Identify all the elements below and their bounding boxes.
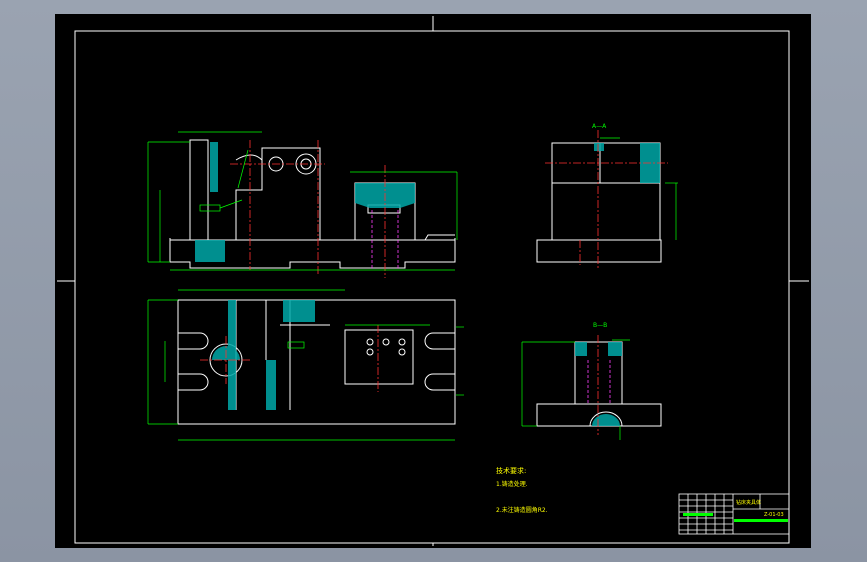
- notes-title: 技术要求:: [496, 466, 526, 475]
- notes-line-2: 2.未注铸造圆角R2.: [496, 506, 548, 514]
- drawing-sheet: [55, 14, 811, 548]
- cad-drawing-canvas[interactable]: A—A B—B 技术要求: 1.铸造处理. 2.未注铸造圆角R2. 钻床夹具体 …: [0, 0, 867, 562]
- section-b-label: B—B: [593, 322, 607, 329]
- part-name: 钻床夹具体: [736, 499, 761, 506]
- section-a-label: A—A: [592, 123, 607, 130]
- notes-line-1: 1.铸造处理.: [496, 480, 528, 488]
- drawing-number: Z-01-03: [764, 512, 784, 518]
